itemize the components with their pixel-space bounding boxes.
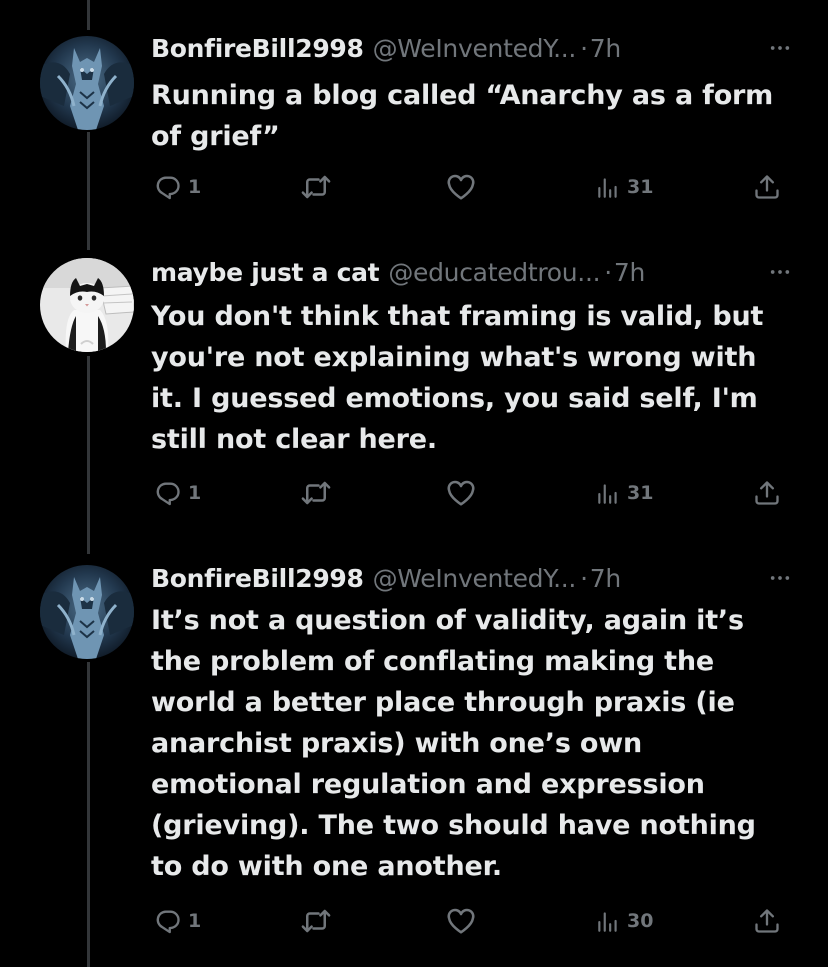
reply-count: 1 xyxy=(188,176,202,198)
cat-avatar[interactable] xyxy=(40,258,134,352)
views-chart-icon xyxy=(595,480,621,506)
tweet-header: BonfireBill2998 @WeInventedY... · 7h xyxy=(151,31,798,65)
demon-statue-avatar[interactable] xyxy=(40,565,134,659)
tweet-1[interactable]: BonfireBill2998 @WeInventedY... · 7h Run… xyxy=(0,0,828,245)
reply-button[interactable]: 1 xyxy=(154,167,201,207)
like-button[interactable] xyxy=(446,473,476,513)
retweet-button[interactable] xyxy=(301,167,331,207)
timestamp[interactable]: 7h xyxy=(590,34,621,63)
share-button[interactable] xyxy=(753,473,781,513)
timestamp[interactable]: 7h xyxy=(614,258,645,287)
tweet-3[interactable]: BonfireBill2998 @WeInventedY... · 7h It’… xyxy=(0,555,828,967)
timestamp[interactable]: 7h xyxy=(590,564,621,593)
reply-count: 1 xyxy=(188,910,202,932)
display-name[interactable]: BonfireBill2998 xyxy=(151,34,364,63)
share-button[interactable] xyxy=(753,167,781,207)
tweet-text: It’s not a question of validity, again i… xyxy=(151,605,756,882)
reply-icon xyxy=(154,173,182,201)
views-count: 31 xyxy=(627,176,654,198)
views-chart-icon xyxy=(595,174,621,200)
reply-icon xyxy=(154,479,182,507)
share-icon xyxy=(753,479,781,507)
user-handle[interactable]: @educatedtrou... xyxy=(388,258,600,287)
views-chart-icon xyxy=(595,908,621,934)
tweet-header: BonfireBill2998 @WeInventedY... · 7h xyxy=(151,561,798,595)
retweet-button[interactable] xyxy=(301,901,331,941)
user-handle[interactable]: @WeInventedY... xyxy=(373,564,577,593)
reply-button[interactable]: 1 xyxy=(154,901,201,941)
like-button[interactable] xyxy=(446,167,476,207)
reply-button[interactable]: 1 xyxy=(154,473,201,513)
display-name[interactable]: BonfireBill2998 xyxy=(151,564,364,593)
separator-dot: · xyxy=(604,257,612,287)
tweet-2[interactable]: maybe just a cat @educatedtrou... · 7h Y… xyxy=(0,245,828,555)
share-icon xyxy=(753,907,781,935)
share-icon xyxy=(753,173,781,201)
action-bar: 1 30 xyxy=(0,901,828,941)
heart-icon xyxy=(446,172,476,202)
reply-icon xyxy=(154,907,182,935)
retweet-icon xyxy=(301,172,331,202)
tweet-text: You don't think that framing is valid, b… xyxy=(151,301,764,455)
views-button[interactable]: 31 xyxy=(595,473,653,513)
action-bar: 1 31 xyxy=(0,167,828,207)
like-button[interactable] xyxy=(446,901,476,941)
more-options-icon[interactable] xyxy=(762,33,798,63)
heart-icon xyxy=(446,478,476,508)
retweet-icon xyxy=(301,478,331,508)
separator-dot: · xyxy=(580,33,588,63)
reply-count: 1 xyxy=(188,482,202,504)
heart-icon xyxy=(446,906,476,936)
action-bar: 1 31 xyxy=(0,473,828,513)
more-options-icon[interactable] xyxy=(762,563,798,593)
display-name[interactable]: maybe just a cat xyxy=(151,258,380,287)
retweet-icon xyxy=(301,906,331,936)
views-count: 31 xyxy=(627,482,654,504)
separator-dot: · xyxy=(580,563,588,593)
views-button[interactable]: 31 xyxy=(595,167,653,207)
retweet-button[interactable] xyxy=(301,473,331,513)
tweet-text: Running a blog called “Anarchy as a form… xyxy=(151,80,774,152)
more-options-icon[interactable] xyxy=(762,257,798,287)
views-count: 30 xyxy=(627,910,654,932)
tweet-header: maybe just a cat @educatedtrou... · 7h xyxy=(151,255,798,289)
share-button[interactable] xyxy=(753,901,781,941)
views-button[interactable]: 30 xyxy=(595,901,653,941)
demon-statue-avatar[interactable] xyxy=(40,36,134,130)
user-handle[interactable]: @WeInventedY... xyxy=(373,34,577,63)
